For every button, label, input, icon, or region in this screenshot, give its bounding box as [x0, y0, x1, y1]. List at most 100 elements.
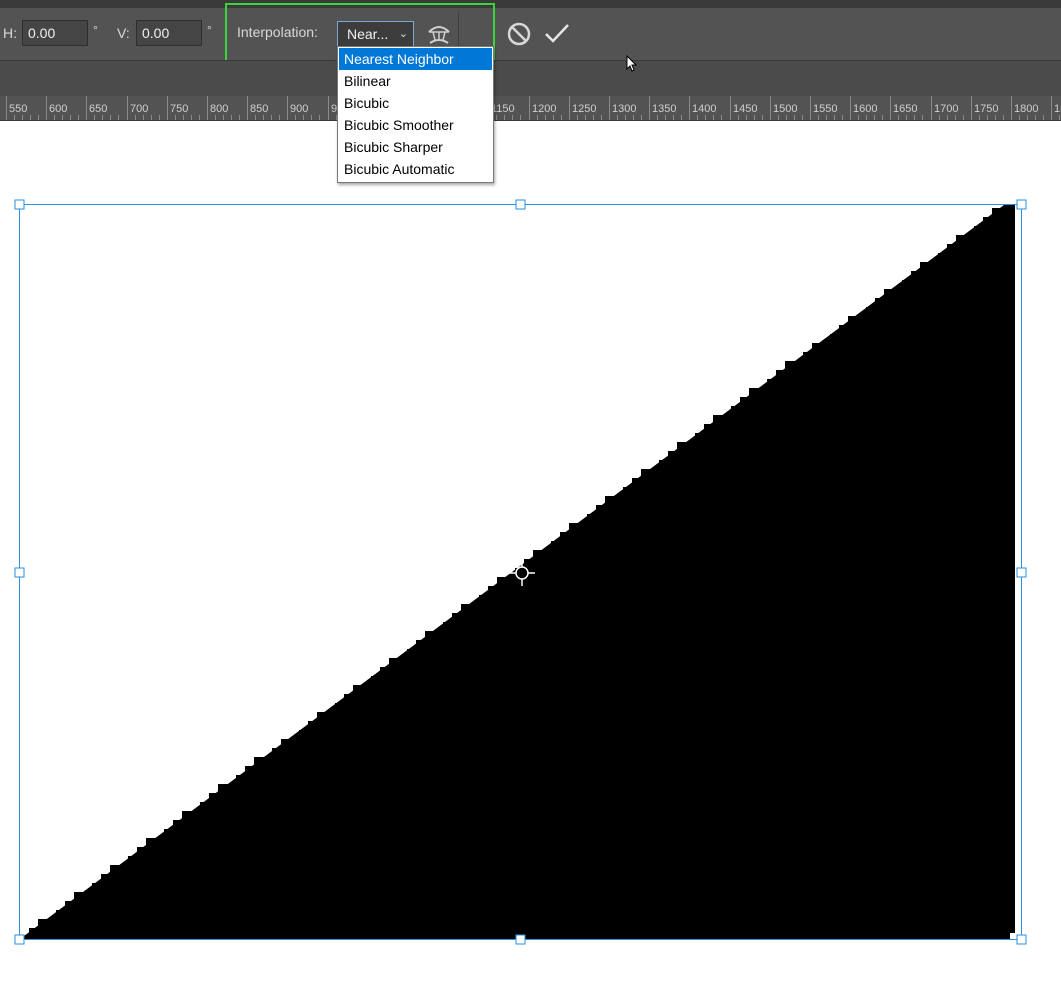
edge-pixel-step — [335, 703, 344, 939]
ruler-major-tick — [167, 96, 168, 120]
ruler-minor-tick — [545, 115, 546, 120]
edge-pixel-step — [110, 865, 119, 939]
ruler-major-tick — [1051, 96, 1052, 120]
ruler-major-tick — [810, 96, 811, 120]
edge-pixel-step — [254, 757, 263, 939]
edge-pixel-step — [56, 910, 65, 939]
edge-pixel-step — [776, 370, 785, 939]
ruler-label: 900 — [290, 103, 309, 115]
ruler-minor-tick — [231, 115, 232, 120]
edge-pixel-step — [137, 847, 146, 939]
ruler-major-tick — [649, 96, 650, 120]
ruler-minor-tick — [279, 115, 280, 120]
edge-pixel-step — [209, 793, 218, 939]
ruler-minor-tick — [754, 115, 755, 120]
dropdown-option-bicubic-sharper[interactable]: Bicubic Sharper — [339, 136, 492, 158]
dropdown-option-bicubic-automatic[interactable]: Bicubic Automatic — [339, 158, 492, 180]
ruler-minor-tick — [54, 115, 55, 120]
edge-pixel-step — [245, 766, 254, 939]
handle-middle-left — [14, 567, 25, 578]
ruler-minor-tick — [239, 115, 240, 120]
edge-pixel-step — [767, 379, 776, 939]
dropdown-option-nearest-neighbor[interactable]: Nearest Neighbor — [339, 48, 492, 70]
dropdown-option-bilinear[interactable]: Bilinear — [339, 70, 492, 92]
ruler-minor-tick — [319, 115, 320, 120]
handle-top-center — [515, 199, 526, 210]
dropdown-option-bicubic-smoother[interactable]: Bicubic Smoother — [339, 114, 492, 136]
edge-pixel-step — [101, 874, 110, 939]
ruler-minor-tick — [1043, 115, 1044, 120]
ruler-minor-tick — [295, 115, 296, 120]
ruler-minor-tick — [94, 115, 95, 120]
edge-pixel-step — [389, 658, 398, 939]
edge-pixel-step — [317, 712, 326, 939]
edge-pixel-step — [704, 424, 713, 939]
edge-pixel-step — [506, 577, 515, 939]
h-skew-label: H: — [3, 25, 17, 41]
ruler-minor-tick — [585, 115, 586, 120]
v-skew-input[interactable]: 0.00 — [136, 20, 202, 46]
ruler-major-tick — [890, 96, 891, 120]
ruler-minor-tick — [22, 115, 23, 120]
ruler-minor-tick — [874, 115, 875, 120]
document-canvas[interactable] — [0, 121, 1061, 984]
edge-pixel-step — [74, 892, 83, 939]
edge-pixel-step — [461, 604, 470, 939]
edge-pixel-step — [812, 343, 821, 939]
edge-pixel-step — [920, 262, 929, 939]
ruler-minor-tick — [641, 115, 642, 120]
ruler-label: 1500 — [773, 103, 798, 115]
ruler-minor-tick — [955, 115, 956, 120]
edge-pixel-step — [263, 757, 272, 939]
edge-pixel-step — [641, 469, 650, 939]
ruler-minor-tick — [1059, 115, 1060, 120]
ruler-label: 800 — [210, 103, 229, 115]
edge-pixel-step — [443, 622, 452, 939]
edge-pixel-step — [38, 919, 47, 939]
edge-pixel-step — [785, 361, 794, 939]
edge-pixel-step — [29, 928, 38, 939]
edge-pixel-step — [425, 631, 434, 939]
edge-pixel-step — [821, 343, 830, 939]
dropdown-option-bicubic[interactable]: Bicubic — [339, 92, 492, 114]
edge-pixel-step — [551, 541, 560, 939]
edge-pixel-step — [857, 316, 866, 939]
ruler-minor-tick — [30, 115, 31, 120]
commit-transform-icon[interactable] — [543, 22, 571, 46]
ruler-minor-tick — [537, 115, 538, 120]
ruler-label: 1650 — [893, 103, 918, 115]
ruler-major-tick — [971, 96, 972, 120]
edge-pixel-step — [281, 739, 290, 939]
edge-pixel-step — [1001, 208, 1010, 939]
edge-pixel-step — [884, 289, 893, 939]
edge-pixel-step — [416, 640, 425, 939]
ruler-minor-tick — [38, 115, 39, 120]
edge-pixel-step — [587, 514, 596, 939]
edge-pixel-step — [47, 919, 56, 939]
ruler-minor-tick — [786, 115, 787, 120]
ruler-major-tick — [770, 96, 771, 120]
ruler-major-tick — [850, 96, 851, 120]
edge-pixel-step — [191, 811, 200, 939]
ruler-minor-tick — [70, 115, 71, 120]
ruler-label: 600 — [49, 103, 68, 115]
edge-pixel-step — [839, 325, 848, 939]
cancel-transform-icon[interactable] — [506, 21, 532, 47]
ruler-label: 1450 — [733, 103, 758, 115]
ruler-major-tick — [46, 96, 47, 120]
edge-pixel-step — [128, 856, 137, 939]
handle-top-right — [1016, 199, 1027, 210]
ruler-minor-tick — [118, 115, 119, 120]
edge-pixel-step — [731, 406, 740, 939]
ruler-minor-tick — [826, 115, 827, 120]
ruler-minor-tick — [834, 115, 835, 120]
ruler-minor-tick — [963, 115, 964, 120]
h-skew-input[interactable]: 0.00 — [22, 20, 88, 46]
ruler-minor-tick — [617, 115, 618, 120]
edge-pixel-step — [398, 658, 407, 939]
ruler-label: 650 — [89, 103, 108, 115]
ruler-label: 1700 — [934, 103, 959, 115]
ruler-minor-tick — [947, 115, 948, 120]
edge-pixel-step — [155, 838, 164, 939]
ruler-minor-tick — [818, 115, 819, 120]
